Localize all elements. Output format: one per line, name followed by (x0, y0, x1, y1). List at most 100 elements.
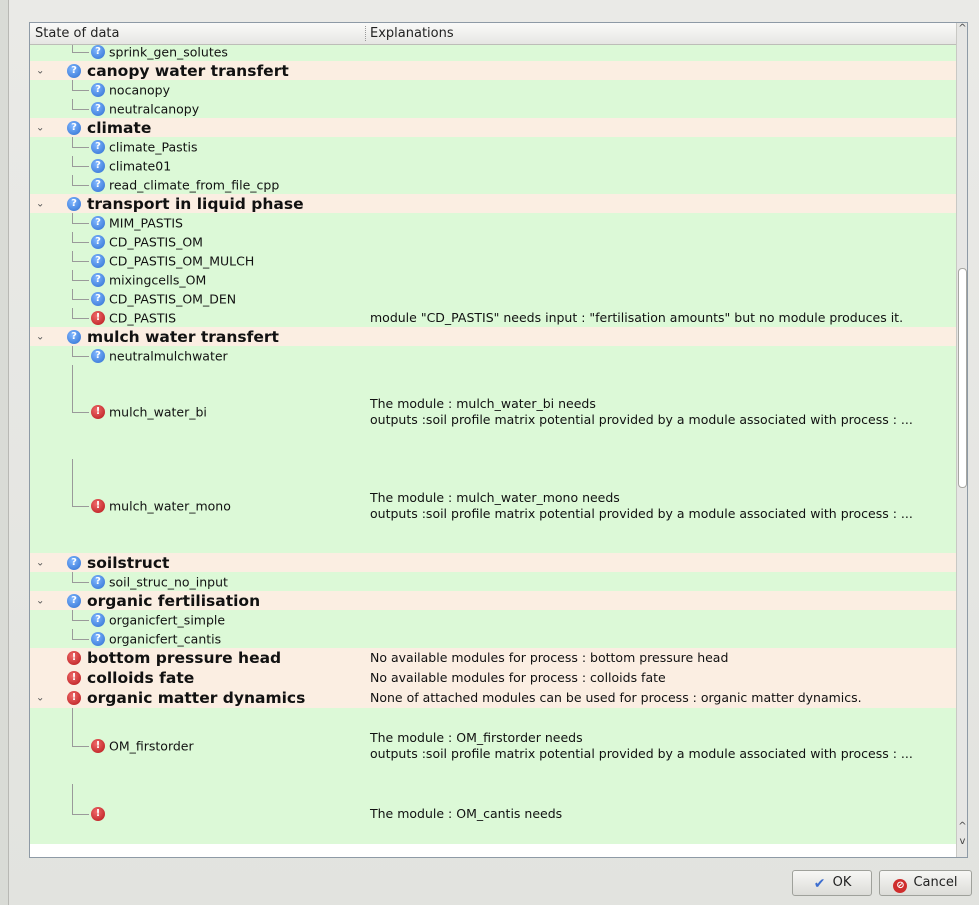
module-row[interactable]: ? CD_PASTIS_OM (30, 232, 958, 251)
tree-branch-line (72, 746, 89, 747)
tree-vertical-line (72, 629, 73, 639)
process-row[interactable]: ⌄! organic matter dynamics None of attache… (30, 688, 958, 708)
tree-branch-line (72, 108, 89, 110)
help-question-icon: ? (67, 196, 81, 211)
process-label: soilstruct (87, 553, 170, 572)
module-label: neutralmulchwater (109, 348, 228, 363)
tree-branch-line (72, 412, 89, 413)
process-row[interactable]: ⌄? organic fertilisation (30, 591, 958, 610)
module-row[interactable]: ? neutralmulchwater (30, 346, 958, 365)
help-question-icon: ? (91, 631, 105, 646)
module-row[interactable]: ! OM_firstorder The module : OM_firstorder… (30, 708, 958, 784)
explanation-line: module "CD_PASTIS" needs input : "fertil… (370, 309, 904, 325)
scrollbar-thumb[interactable] (958, 268, 967, 488)
module-row[interactable]: ? CD_PASTIS_OM_DEN (30, 289, 958, 308)
module-label: mulch_water_mono (109, 498, 231, 514)
vertical-scrollbar[interactable]: ^ ^ v (956, 23, 967, 857)
process-row[interactable]: ! colloids fate No available modules for p… (30, 668, 958, 688)
tree-vertical-line (72, 156, 73, 166)
explanation-line: The module : OM_cantis needs (370, 806, 563, 821)
explanation-text: The module : mulch_water_mono needs outpu… (370, 490, 913, 522)
help-question-icon: ? (67, 329, 81, 344)
tree-vertical-line (72, 610, 73, 620)
data-state-tree[interactable]: State of data Explanations ? sprink_gen_s… (29, 22, 968, 858)
help-question-icon: ? (91, 139, 105, 154)
module-label: OM_firstorder (109, 738, 194, 754)
expand-chevron-icon[interactable]: ⌄ (36, 595, 44, 606)
expand-chevron-icon[interactable]: ⌄ (36, 331, 44, 342)
expand-chevron-icon[interactable]: ⌄ (36, 65, 44, 76)
column-header-explanations[interactable]: Explanations (370, 26, 454, 41)
help-question-icon: ? (91, 158, 105, 173)
module-row[interactable]: ! mulch_water_mono The module : mulch_wate… (30, 459, 958, 553)
process-row[interactable]: ⌄? climate (30, 118, 958, 137)
module-row[interactable]: ? soil_struc_no_input (30, 572, 958, 591)
tree-header: State of data Explanations (30, 23, 958, 45)
help-question-icon: ? (91, 177, 105, 192)
explanation-line: The module : mulch_water_bi needs (370, 396, 596, 411)
tree-vertical-line (72, 308, 73, 318)
module-row[interactable]: ? climate_Pastis (30, 137, 958, 156)
module-row[interactable]: ! CD_PASTIS module "CD_PASTIS" needs input… (30, 308, 958, 327)
help-question-icon: ? (67, 555, 81, 570)
tree-branch-line (72, 638, 89, 640)
tree-vertical-line (72, 784, 73, 814)
help-question-icon: ? (91, 215, 105, 230)
help-question-icon: ? (91, 101, 105, 116)
tree-branch-line (72, 619, 89, 621)
module-row[interactable]: ? nocanopy (30, 80, 958, 99)
process-row[interactable]: ! bottom pressure head No available module… (30, 648, 958, 668)
help-question-icon: ? (91, 612, 105, 627)
error-exclamation-icon: ! (91, 310, 105, 325)
tree-vertical-line (72, 80, 73, 90)
expand-chevron-icon[interactable]: ⌄ (36, 122, 44, 133)
tree-branch-line (72, 260, 89, 262)
process-label: bottom pressure head (87, 649, 282, 667)
help-question-icon: ? (67, 120, 81, 135)
tree-vertical-line (72, 137, 73, 147)
module-row[interactable]: ? organicfert_cantis (30, 629, 958, 648)
process-row[interactable]: ⌄? soilstruct (30, 553, 958, 572)
module-row[interactable]: ? read_climate_from_file_cpp (30, 175, 958, 194)
module-row[interactable]: ? CD_PASTIS_OM_MULCH (30, 251, 958, 270)
process-label: climate (87, 118, 152, 137)
scroll-up-icon[interactable]: ^ (957, 821, 967, 832)
tree-vertical-line (72, 45, 73, 52)
tree-branch-line (72, 279, 89, 281)
cancel-button[interactable]: ⊘ Cancel (879, 870, 972, 896)
module-label: mixingcells_OM (109, 272, 207, 287)
module-label: mulch_water_bi (109, 404, 207, 420)
help-question-icon: ? (67, 63, 81, 78)
expand-chevron-icon[interactable]: ⌄ (36, 693, 44, 704)
ok-button[interactable]: ✔ OK (792, 870, 872, 896)
process-label: organic fertilisation (87, 591, 261, 610)
column-separator[interactable] (365, 26, 366, 41)
process-row[interactable]: ⌄? transport in liquid phase (30, 194, 958, 213)
module-row[interactable]: ? neutralcanopy (30, 99, 958, 118)
process-label: colloids fate (87, 669, 195, 687)
module-label: nocanopy (109, 82, 171, 97)
explanation-text: module "CD_PASTIS" needs input : "fertil… (370, 310, 903, 326)
explanation-line: No available modules for process : collo… (370, 670, 666, 685)
module-row[interactable]: ! The module : OM_cantis needs (30, 784, 958, 844)
explanation-line: outputs :soil profile matrix potential p… (370, 506, 913, 521)
module-row[interactable]: ? sprink_gen_solutes (30, 45, 958, 61)
explanation-text: No available modules for process : botto… (370, 650, 728, 666)
process-row[interactable]: ⌄? canopy water transfert (30, 61, 958, 80)
error-exclamation-icon: ! (67, 691, 81, 705)
module-row[interactable]: ? mixingcells_OM (30, 270, 958, 289)
scroll-up-icon[interactable]: ^ (957, 23, 967, 34)
column-header-state[interactable]: State of data (35, 26, 120, 41)
scroll-down-icon[interactable]: v (957, 836, 967, 847)
explanation-line: No available modules for process : botto… (370, 650, 729, 665)
expand-chevron-icon[interactable]: ⌄ (36, 557, 44, 568)
module-row[interactable]: ! mulch_water_bi The module : mulch_water_… (30, 365, 958, 459)
expand-chevron-icon[interactable]: ⌄ (36, 198, 44, 209)
explanation-text: None of attached modules can be used for… (370, 690, 862, 706)
error-exclamation-icon: ! (91, 405, 105, 419)
process-row[interactable]: ⌄? mulch water transfert (30, 327, 958, 346)
module-row[interactable]: ? climate01 (30, 156, 958, 175)
module-label: CD_PASTIS_OM_DEN (109, 291, 237, 306)
module-row[interactable]: ? MIM_PASTIS (30, 213, 958, 232)
module-row[interactable]: ? organicfert_simple (30, 610, 958, 629)
